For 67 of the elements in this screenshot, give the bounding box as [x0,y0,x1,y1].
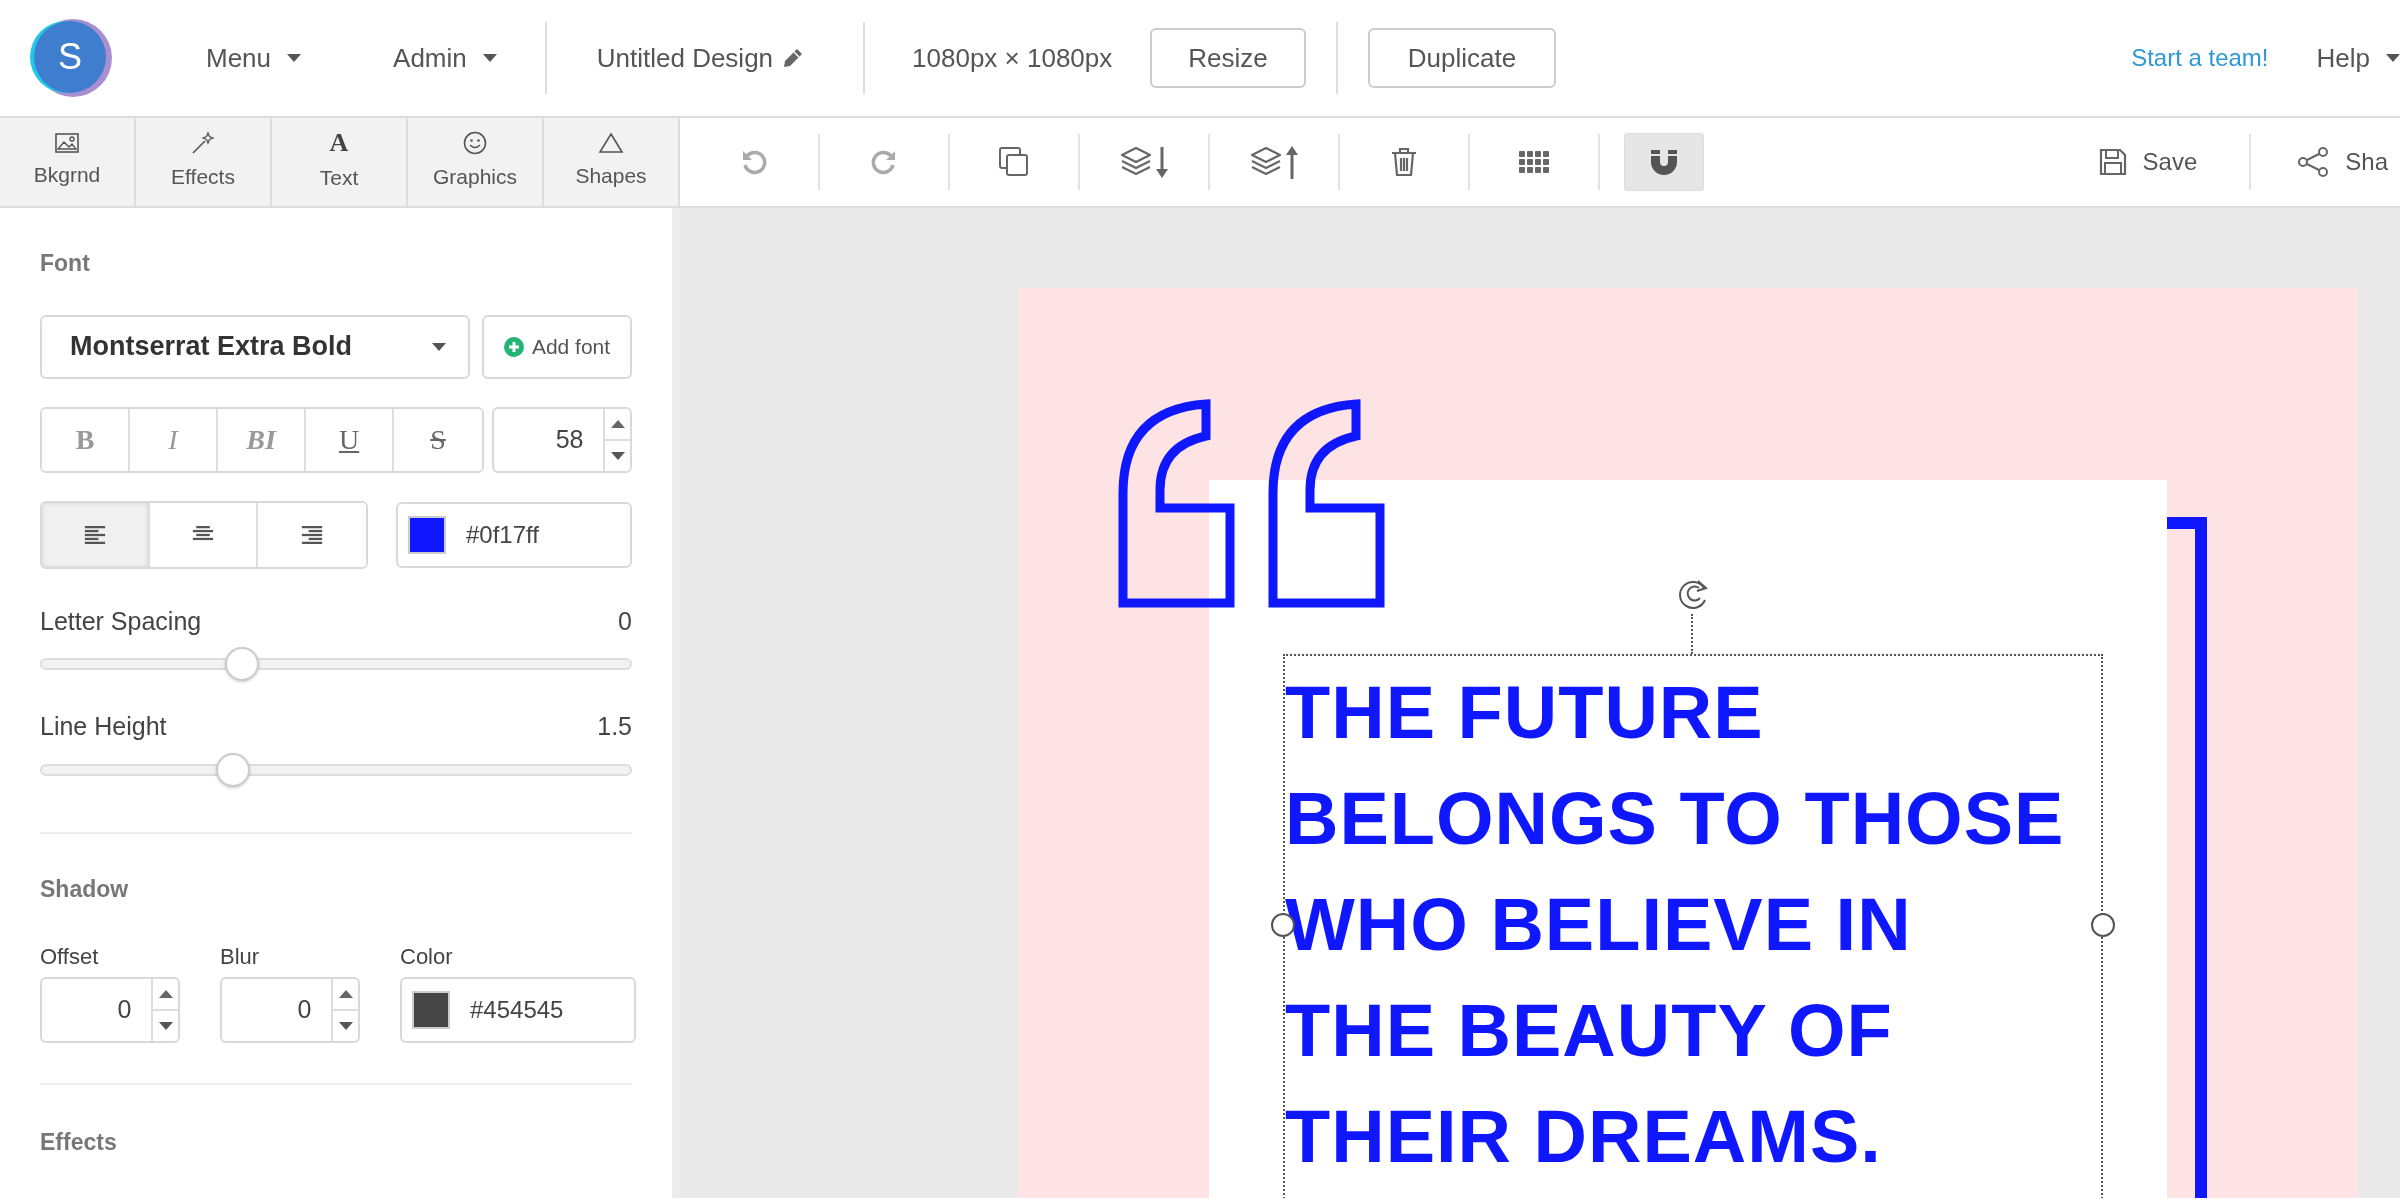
logo[interactable]: S [34,19,112,97]
layers-up-icon [1249,145,1299,179]
slider-thumb[interactable] [224,647,259,681]
canvas-dimensions: 1080px × 1080px [912,41,1113,75]
shadow-color-field[interactable]: #454545 [400,977,636,1043]
slider-value: 0 [618,605,632,637]
design-title[interactable]: Untitled Design [596,38,774,78]
triangle-icon [598,132,624,155]
font-size-spinner[interactable]: 58 [492,406,632,473]
align-left-icon [82,525,108,544]
panel-tab[interactable]: Bkgrnd [0,118,136,206]
magnet-button[interactable] [1624,133,1704,191]
redo-icon [870,148,898,176]
save-button[interactable]: Save [2092,143,2204,181]
down-arrow-icon [158,1022,173,1030]
down-arrow-icon [338,1022,353,1030]
menu-dropdown[interactable]: Menu [206,38,302,78]
field-label: Color [400,943,454,971]
letter-icon: A [329,130,349,157]
up-arrow-icon[interactable] [338,990,353,998]
blur-input[interactable]: 0 [222,979,332,1041]
align-left-button[interactable] [42,502,150,567]
offset-spinner[interactable]: 0 [40,977,180,1043]
slider-thumb[interactable] [216,752,251,787]
field-label: Offset [40,943,100,971]
section-heading: Shadow [40,874,130,904]
share-icon [2297,146,2330,178]
caret-icon [2386,54,2400,62]
section-heading: Effects [40,1128,118,1157]
blur-spinner[interactable]: 0 [220,977,360,1043]
field-label: Blur [220,943,261,971]
font-size-input[interactable]: 58 [494,408,604,471]
caret-icon [287,54,302,62]
magnet-icon [1649,148,1679,176]
offset-input[interactable]: 0 [42,979,152,1041]
resize-handle[interactable] [2091,913,2115,937]
color-field[interactable]: #0f17ff [396,501,632,568]
panel-tab[interactable]: Graphics [408,118,544,206]
image-icon [55,133,79,154]
panel-tab[interactable]: Shapes [544,118,680,206]
slider-value: 1.5 [597,711,632,742]
up-arrow-icon[interactable] [158,990,173,998]
resize-button[interactable]: Resize [1150,28,1306,88]
smiley-icon [463,131,487,156]
grid-icon [1519,151,1549,173]
magic-wand-icon [191,131,215,156]
undo-icon [740,148,768,176]
copy-icon [998,146,1030,178]
add-font-button[interactable]: Add font [482,314,632,379]
font-dropdown[interactable]: Montserrat Extra Bold [40,314,470,379]
plus-circle-icon [503,336,524,357]
duplicate-button[interactable]: Duplicate [1367,28,1557,88]
help-menu[interactable]: Help [2316,38,2400,78]
slider-label: Line Height [40,711,167,742]
share-button[interactable]: Sha [2291,143,2394,181]
caret-icon [432,342,446,351]
caret-icon [482,54,497,62]
up-arrow-icon[interactable] [610,419,625,428]
section-heading: Font [40,249,91,278]
panel-tab[interactable]: Effects [136,118,272,206]
trash-icon [1391,147,1417,177]
align-right-icon [299,525,325,544]
panel-tab[interactable]: A Text [272,118,408,206]
slider-label: Letter Spacing [40,605,202,637]
layers-down-icon [1119,145,1169,179]
down-arrow-icon [610,451,625,460]
menu-dropdown[interactable]: Admin [393,38,497,78]
